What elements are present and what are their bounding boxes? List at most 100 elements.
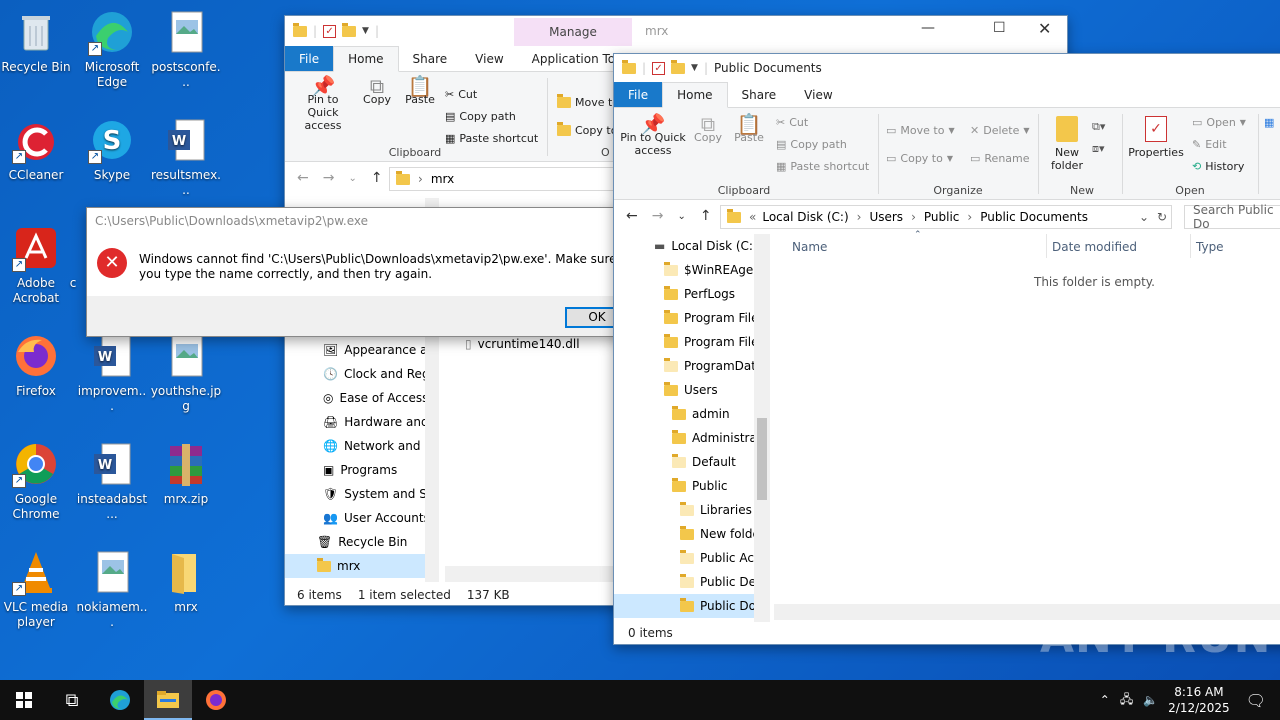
desktop-icon-insteadabst[interactable]: W insteadabst...	[76, 440, 148, 522]
up-arrow-icon[interactable]: ↑	[371, 170, 383, 186]
easy-access-button[interactable]: ⧈▾	[1092, 142, 1105, 156]
tree-item-mrx[interactable]: mrx	[285, 554, 425, 578]
task-view-button[interactable]: ⧉	[48, 680, 96, 720]
copy-path-button[interactable]: ▤ Copy path	[445, 110, 516, 123]
refresh-icon[interactable]: ↻	[1157, 210, 1167, 224]
address-dropdown-icon[interactable]: ⌄	[1139, 210, 1149, 224]
tab-share[interactable]: Share	[399, 46, 462, 71]
clock[interactable]: 8:16 AM 2/12/2025	[1168, 684, 1230, 716]
forward-arrow-icon[interactable]: →	[652, 208, 664, 224]
copy-to-button[interactable]: Copy to	[557, 122, 617, 137]
tree-item-perflogs[interactable]: PerfLogs	[664, 282, 735, 306]
tab-file[interactable]: File	[285, 46, 334, 71]
desktop-icon-vlc[interactable]: ↗ VLC media player	[0, 548, 72, 630]
paste-shortcut-button[interactable]: ▦ Paste shortcut	[445, 132, 538, 145]
tree-item-winreagent[interactable]: $WinREAgent	[664, 258, 766, 282]
desktop-icon-chrome[interactable]: ↗ Google Chrome	[0, 440, 72, 522]
breadcrumb-public-documents[interactable]: Public Documents	[980, 210, 1088, 224]
desktop-icon-ccleaner[interactable]: ↗ CCleaner	[0, 116, 72, 183]
breadcrumb-users[interactable]: Users	[869, 210, 903, 224]
tree-item-new-folder[interactable]: New folde	[680, 522, 760, 546]
select-all-button[interactable]: ▦	[1264, 116, 1274, 129]
tab-file[interactable]: File	[614, 82, 663, 107]
tree-item-public-documents[interactable]: Public Doc	[614, 594, 764, 618]
copy-path-button[interactable]: ▤ Copy path	[776, 138, 847, 151]
up-arrow-icon[interactable]: ↑	[700, 208, 712, 224]
tree-item-libraries[interactable]: Libraries	[680, 498, 752, 522]
breadcrumb-public[interactable]: Public	[924, 210, 960, 224]
tab-view[interactable]: View	[790, 82, 846, 107]
copy-button[interactable]: ⧉ Copy	[692, 114, 724, 144]
properties-button[interactable]: ✓ Properties	[1128, 116, 1184, 159]
minimize-button[interactable]: —	[921, 20, 935, 36]
breadcrumb-local-disk[interactable]: Local Disk (C:)	[762, 210, 848, 224]
desktop-icon-partial[interactable]: c	[58, 224, 88, 291]
move-to-button[interactable]: Move to	[557, 94, 619, 109]
cut-button[interactable]: ✂ Cut	[445, 88, 477, 101]
volume-icon[interactable]: 🔈	[1143, 693, 1158, 707]
paste-shortcut-button[interactable]: ▦ Paste shortcut	[776, 160, 869, 173]
tree-item-user-accounts[interactable]: 👥 User Accounts	[323, 506, 430, 530]
desktop-icon-edge[interactable]: ↗ Microsoft Edge	[76, 8, 148, 90]
tree-item-local-disk[interactable]: ▬ Local Disk (C:)	[654, 234, 758, 258]
column-header-name[interactable]: Name	[792, 240, 827, 254]
notifications-icon[interactable]: 🗨	[1246, 691, 1266, 710]
tree-item-default[interactable]: Default	[672, 450, 736, 474]
pin-quick-access-button[interactable]: 📌 Pin to Quick access	[620, 114, 686, 157]
properties-check-icon[interactable]: ✓	[323, 24, 337, 38]
tree-item-hardware[interactable]: 🖨 Hardware and	[323, 410, 429, 434]
chevron-down-icon[interactable]: ▼	[691, 63, 698, 73]
tree-item-administrator[interactable]: Administrat	[672, 426, 762, 450]
recent-chevron-icon[interactable]: ⌄	[677, 211, 685, 222]
back-arrow-icon[interactable]: ←	[626, 208, 638, 224]
desktop-icon-firefox[interactable]: Firefox	[0, 332, 72, 399]
desktop-icon-postsconfe[interactable]: postsconfe...	[150, 8, 222, 90]
tree-item-ease-of-access[interactable]: ◎ Ease of Access	[323, 386, 428, 410]
desktop-icon-improvem[interactable]: W improvem...	[76, 332, 148, 414]
taskbar-edge[interactable]	[96, 680, 144, 720]
new-folder-icon[interactable]	[671, 59, 686, 74]
file-list-hscrollbar[interactable]	[445, 566, 615, 582]
paste-button[interactable]: 📋 Paste	[403, 76, 437, 106]
address-bar[interactable]: « Local Disk (C:) › Users › Public › Pub…	[720, 205, 1172, 229]
tree-item-public-desktop[interactable]: Public Des	[680, 570, 762, 594]
rename-button[interactable]: ▭ Rename	[970, 152, 1030, 165]
delete-button[interactable]: ✕ Delete ▼	[970, 124, 1030, 137]
show-hidden-icons-chevron-icon[interactable]: ⌃	[1100, 693, 1110, 707]
tree-item-program-files-x86[interactable]: Program Files	[664, 330, 765, 354]
tab-share[interactable]: Share	[728, 82, 791, 107]
address-bar[interactable]: › mrx	[389, 167, 619, 191]
column-header-type[interactable]: Type	[1196, 240, 1224, 254]
history-button[interactable]: ⟲ History	[1192, 160, 1244, 173]
nav-pane-scrollbar[interactable]	[754, 234, 770, 622]
tree-item-network[interactable]: 🌐 Network and Ir	[323, 434, 433, 458]
cut-button[interactable]: ✂ Cut	[776, 116, 808, 129]
copy-to-button[interactable]: ▭ Copy to ▼	[886, 152, 953, 165]
search-box[interactable]: Search Public Do	[1184, 203, 1280, 231]
desktop-icon-skype[interactable]: S ↗ Skype	[76, 116, 148, 183]
tab-home[interactable]: Home	[333, 46, 399, 72]
close-button[interactable]: ✕	[1038, 19, 1051, 38]
back-arrow-icon[interactable]: ←	[297, 170, 309, 186]
maximize-button[interactable]: ☐	[993, 20, 1006, 36]
tree-item-program-files[interactable]: Program Files	[664, 306, 765, 330]
column-header-date-modified[interactable]: Date modified	[1052, 240, 1137, 254]
desktop-icon-recycle-bin[interactable]: Recycle Bin	[0, 8, 72, 75]
desktop-icon-mrx-folder[interactable]: mrx	[150, 548, 222, 615]
scrollbar-thumb[interactable]	[757, 418, 767, 500]
desktop-icon-nokiamem[interactable]: nokiamem...	[76, 548, 148, 630]
new-folder-button[interactable]: New folder	[1044, 116, 1090, 172]
network-icon[interactable]: 🖧	[1120, 690, 1133, 711]
paste-button[interactable]: 📋 Paste	[732, 114, 766, 144]
tree-item-public[interactable]: Public	[672, 474, 728, 498]
tree-item-appearance[interactable]: 🖼 Appearance an	[323, 338, 435, 362]
move-to-button[interactable]: ▭ Move to ▼	[886, 124, 955, 137]
tab-view[interactable]: View	[461, 46, 517, 71]
chevron-down-icon[interactable]: ▼	[362, 26, 369, 36]
pin-quick-access-button[interactable]: 📌 Pin to Quick access	[291, 76, 355, 132]
tree-item-users[interactable]: Users	[664, 378, 718, 402]
edit-button[interactable]: ✎ Edit	[1192, 138, 1227, 151]
tree-item-recycle-bin[interactable]: 🗑 Recycle Bin	[317, 530, 407, 554]
desktop-icon-resultsmex[interactable]: W resultsmex...	[150, 116, 222, 198]
tree-item-programdata[interactable]: ProgramData	[664, 354, 763, 378]
